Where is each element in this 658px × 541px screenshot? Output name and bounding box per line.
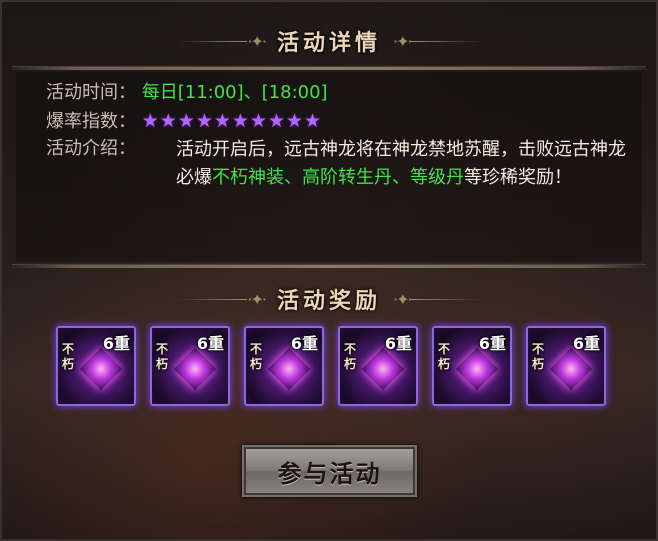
purple-gem-icon [267,347,311,391]
details-title: 活动详情 [276,30,381,56]
rewards-list: 不朽 6重 不朽 6重 不朽 6重 不朽 6重 不朽 6重 不朽 6重 [48,326,608,412]
purple-helmet-icon [549,347,593,391]
rate-row: 爆率指数： ★★★★★★★★★★ [46,108,322,135]
intro-highlight: 不朽神装、高阶转生丹、等级丹 [212,167,464,188]
purple-shield-icon [361,347,405,391]
reward-rank: 6重 [196,334,224,353]
middle-divider [12,264,646,268]
reward-item-6[interactable]: 不朽 6重 [526,326,606,406]
reward-tag: 不朽 [250,342,263,371]
ornament-right-icon: ·✦· [393,31,413,51]
reward-tag: 不朽 [344,342,357,371]
reward-tag: 不朽 [62,342,75,371]
reward-rank: 6重 [290,334,318,353]
reward-rank: 6重 [384,334,412,353]
intro-description: 活动开启后，远古神龙将在神龙禁地苏醒，击败远古神龙必爆不朽神装、高阶转生丹、等级… [176,136,626,192]
rewards-ornament-right-icon: ·✦· [393,289,413,309]
details-title-bar: ·✦· 活动详情 ·✦· [2,24,656,58]
time-row: 活动时间： 每日[11:00]、[18:00] [46,80,328,106]
rewards-line-right [410,298,481,300]
join-activity-button[interactable]: 参与活动 [242,445,417,497]
rewards-title-bar: ·✦· 活动奖励 ·✦· [2,282,656,316]
reward-tag: 不朽 [532,342,545,371]
rewards-line-left [177,298,248,300]
reward-item-5[interactable]: 不朽 6重 [432,326,512,406]
reward-item-1[interactable]: 不朽 6重 [56,326,136,406]
reward-item-3[interactable]: 不朽 6重 [244,326,324,406]
purple-armor-icon [173,347,217,391]
reward-item-2[interactable]: 不朽 6重 [150,326,230,406]
activity-panel: ·✦· 活动详情 ·✦· 活动时间： 每日[11:00]、[18:00] 爆率指… [0,0,658,541]
time-label: 活动时间： [46,82,136,103]
top-divider [12,66,646,70]
rate-label: 爆率指数： [46,111,136,132]
time-value: 每日[11:00]、[18:00] [141,82,328,103]
rewards-title: 活动奖励 [276,288,381,314]
reward-tag: 不朽 [156,342,169,371]
reward-item-4[interactable]: 不朽 6重 [338,326,418,406]
rewards-ornament-left-icon: ·✦· [247,289,267,309]
reward-rank: 6重 [572,334,600,353]
reward-tag: 不朽 [438,342,451,371]
rate-stars-icon: ★★★★★★★★★★ [141,110,323,132]
title-line-right [410,40,481,42]
purple-armor-icon [79,347,123,391]
intro-text-2: 等珍稀奖励！ [464,167,572,188]
reward-rank: 6重 [478,334,506,353]
reward-rank: 6重 [102,334,130,353]
ornament-left-icon: ·✦· [247,31,267,51]
title-line-left [177,40,248,42]
intro-label: 活动介绍： [46,138,136,159]
purple-flame-icon [455,347,499,391]
intro-row: 活动介绍： [46,136,136,162]
